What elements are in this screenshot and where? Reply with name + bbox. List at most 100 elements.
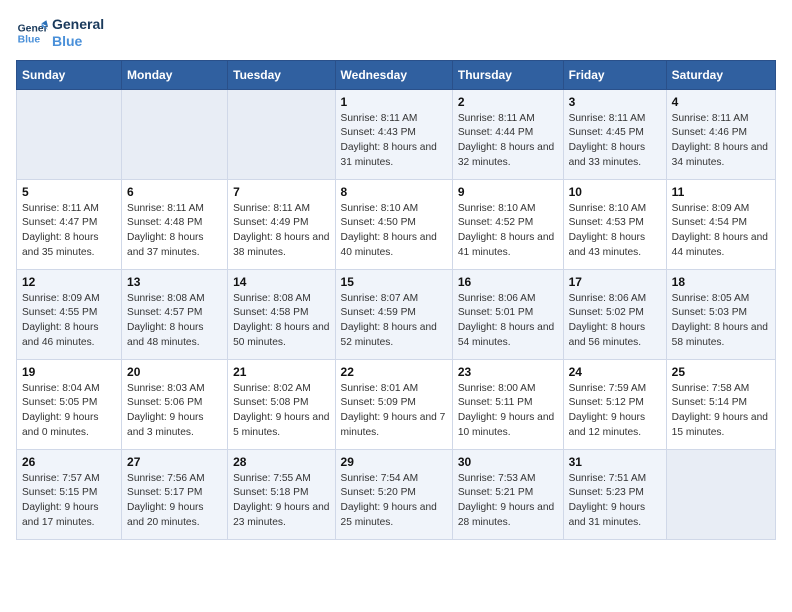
day-info: Sunrise: 8:11 AM Sunset: 4:44 PM Dayligh…	[458, 112, 558, 171]
day-number: 17	[569, 275, 661, 289]
day-number: 31	[569, 455, 661, 469]
day-info: Sunrise: 8:06 AM Sunset: 5:01 PM Dayligh…	[458, 292, 558, 351]
day-info: Sunrise: 8:11 AM Sunset: 4:49 PM Dayligh…	[233, 202, 329, 261]
day-number: 23	[458, 365, 558, 379]
calendar-cell: 15 Sunrise: 8:07 AM Sunset: 4:59 PM Dayli…	[335, 269, 452, 359]
day-info: Sunrise: 8:09 AM Sunset: 4:54 PM Dayligh…	[672, 202, 770, 261]
calendar-cell: 1 Sunrise: 8:11 AM Sunset: 4:43 PM Daylig…	[335, 89, 452, 179]
weekday-header-tuesday: Tuesday	[228, 60, 335, 89]
calendar-cell: 19Sunrise: 8:04 AM Sunset: 5:05 PM Dayli…	[17, 359, 122, 449]
day-info: Sunrise: 8:08 AM Sunset: 4:58 PM Dayligh…	[233, 292, 329, 351]
day-number: 10	[569, 185, 661, 199]
weekday-header-friday: Friday	[563, 60, 666, 89]
calendar-cell: 26Sunrise: 7:57 AM Sunset: 5:15 PM Dayli…	[17, 449, 122, 539]
calendar-cell: 4Sunrise: 8:11 AM Sunset: 4:46 PM Daylig…	[666, 89, 775, 179]
day-info: Sunrise: 8:10 AM Sunset: 4:53 PM Dayligh…	[569, 202, 661, 261]
calendar-cell: 21Sunrise: 8:02 AM Sunset: 5:08 PM Dayli…	[228, 359, 335, 449]
calendar-cell: 20 Sunrise: 8:03 AM Sunset: 5:06 PM Dayli…	[122, 359, 228, 449]
day-number: 11	[672, 185, 770, 199]
calendar-cell: 13Sunrise: 8:08 AM Sunset: 4:57 PM Dayli…	[122, 269, 228, 359]
calendar-table: SundayMondayTuesdayWednesdayThursdayFrid…	[16, 60, 776, 540]
calendar-cell: 30 Sunrise: 7:53 AM Sunset: 5:21 PM Dayli…	[452, 449, 563, 539]
calendar-cell: 10 Sunrise: 8:10 AM Sunset: 4:53 PM Dayli…	[563, 179, 666, 269]
day-info: Sunrise: 7:57 AM Sunset: 5:15 PM Dayligh…	[22, 472, 116, 531]
day-info: Sunrise: 8:02 AM Sunset: 5:08 PM Dayligh…	[233, 382, 329, 441]
weekday-header-thursday: Thursday	[452, 60, 563, 89]
calendar-cell: 6 Sunrise: 8:11 AM Sunset: 4:48 PM Daylig…	[122, 179, 228, 269]
day-info: Sunrise: 8:11 AM Sunset: 4:47 PM Dayligh…	[22, 202, 116, 261]
calendar-cell: 9 Sunrise: 8:10 AM Sunset: 4:52 PM Daylig…	[452, 179, 563, 269]
day-info: Sunrise: 8:00 AM Sunset: 5:11 PM Dayligh…	[458, 382, 558, 441]
day-number: 6	[127, 185, 222, 199]
weekday-header-saturday: Saturday	[666, 60, 775, 89]
day-number: 3	[569, 95, 661, 109]
day-info: Sunrise: 7:58 AM Sunset: 5:14 PM Dayligh…	[672, 382, 770, 441]
day-info: Sunrise: 7:51 AM Sunset: 5:23 PM Dayligh…	[569, 472, 661, 531]
day-number: 7	[233, 185, 329, 199]
day-number: 4	[672, 95, 770, 109]
day-info: Sunrise: 7:55 AM Sunset: 5:18 PM Dayligh…	[233, 472, 329, 531]
calendar-cell: 11 Sunrise: 8:09 AM Sunset: 4:54 PM Dayli…	[666, 179, 775, 269]
day-info: Sunrise: 8:09 AM Sunset: 4:55 PM Dayligh…	[22, 292, 116, 351]
day-info: Sunrise: 8:03 AM Sunset: 5:06 PM Dayligh…	[127, 382, 222, 441]
calendar-body: 1 Sunrise: 8:11 AM Sunset: 4:43 PM Daylig…	[17, 89, 776, 539]
calendar-cell	[666, 449, 775, 539]
day-number: 8	[341, 185, 447, 199]
calendar-cell	[122, 89, 228, 179]
page-header: General Blue General Blue	[16, 16, 776, 50]
calendar-cell: 17 Sunrise: 8:06 AM Sunset: 5:02 PM Dayli…	[563, 269, 666, 359]
calendar-cell: 2 Sunrise: 8:11 AM Sunset: 4:44 PM Daylig…	[452, 89, 563, 179]
day-number: 28	[233, 455, 329, 469]
calendar-cell: 7 Sunrise: 8:11 AM Sunset: 4:49 PM Daylig…	[228, 179, 335, 269]
day-number: 15	[341, 275, 447, 289]
calendar-cell: 12 Sunrise: 8:09 AM Sunset: 4:55 PM Dayli…	[17, 269, 122, 359]
calendar-cell: 8 Sunrise: 8:10 AM Sunset: 4:50 PM Daylig…	[335, 179, 452, 269]
logo-icon: General Blue	[16, 17, 48, 49]
calendar-cell: 24Sunrise: 7:59 AM Sunset: 5:12 PM Dayli…	[563, 359, 666, 449]
day-info: Sunrise: 8:11 AM Sunset: 4:45 PM Dayligh…	[569, 112, 661, 171]
calendar-cell	[17, 89, 122, 179]
day-number: 14	[233, 275, 329, 289]
day-info: Sunrise: 8:11 AM Sunset: 4:48 PM Dayligh…	[127, 202, 222, 261]
calendar-cell: 29Sunrise: 7:54 AM Sunset: 5:20 PM Dayli…	[335, 449, 452, 539]
day-number: 29	[341, 455, 447, 469]
day-info: Sunrise: 8:01 AM Sunset: 5:09 PM Dayligh…	[341, 382, 447, 441]
day-info: Sunrise: 8:10 AM Sunset: 4:50 PM Dayligh…	[341, 202, 447, 261]
day-number: 9	[458, 185, 558, 199]
day-number: 12	[22, 275, 116, 289]
day-info: Sunrise: 8:04 AM Sunset: 5:05 PM Dayligh…	[22, 382, 116, 441]
calendar-cell: 25 Sunrise: 7:58 AM Sunset: 5:14 PM Dayli…	[666, 359, 775, 449]
calendar-cell	[228, 89, 335, 179]
calendar-cell: 23 Sunrise: 8:00 AM Sunset: 5:11 PM Dayli…	[452, 359, 563, 449]
svg-text:Blue: Blue	[18, 34, 41, 45]
calendar-cell: 3 Sunrise: 8:11 AM Sunset: 4:45 PM Daylig…	[563, 89, 666, 179]
day-number: 2	[458, 95, 558, 109]
day-info: Sunrise: 8:07 AM Sunset: 4:59 PM Dayligh…	[341, 292, 447, 351]
calendar-week-row: 19Sunrise: 8:04 AM Sunset: 5:05 PM Dayli…	[17, 359, 776, 449]
svg-text:General: General	[18, 23, 48, 34]
day-number: 18	[672, 275, 770, 289]
day-info: Sunrise: 8:10 AM Sunset: 4:52 PM Dayligh…	[458, 202, 558, 261]
calendar-cell: 16 Sunrise: 8:06 AM Sunset: 5:01 PM Dayli…	[452, 269, 563, 359]
day-number: 5	[22, 185, 116, 199]
day-number: 16	[458, 275, 558, 289]
day-info: Sunrise: 8:05 AM Sunset: 5:03 PM Dayligh…	[672, 292, 770, 351]
day-number: 25	[672, 365, 770, 379]
day-number: 22	[341, 365, 447, 379]
calendar-cell: 14 Sunrise: 8:08 AM Sunset: 4:58 PM Dayli…	[228, 269, 335, 359]
day-number: 1	[341, 95, 447, 109]
logo-wordmark: General Blue	[52, 16, 104, 50]
calendar-cell: 22 Sunrise: 8:01 AM Sunset: 5:09 PM Dayli…	[335, 359, 452, 449]
day-info: Sunrise: 8:06 AM Sunset: 5:02 PM Dayligh…	[569, 292, 661, 351]
day-info: Sunrise: 7:53 AM Sunset: 5:21 PM Dayligh…	[458, 472, 558, 531]
day-info: Sunrise: 7:56 AM Sunset: 5:17 PM Dayligh…	[127, 472, 222, 531]
day-info: Sunrise: 8:08 AM Sunset: 4:57 PM Dayligh…	[127, 292, 222, 351]
calendar-cell: 31 Sunrise: 7:51 AM Sunset: 5:23 PM Dayli…	[563, 449, 666, 539]
logo: General Blue General Blue	[16, 16, 104, 50]
calendar-cell: 18 Sunrise: 8:05 AM Sunset: 5:03 PM Dayli…	[666, 269, 775, 359]
day-info: Sunrise: 8:11 AM Sunset: 4:43 PM Dayligh…	[341, 112, 447, 171]
calendar-week-row: 12 Sunrise: 8:09 AM Sunset: 4:55 PM Dayli…	[17, 269, 776, 359]
day-number: 20	[127, 365, 222, 379]
day-number: 27	[127, 455, 222, 469]
day-number: 30	[458, 455, 558, 469]
